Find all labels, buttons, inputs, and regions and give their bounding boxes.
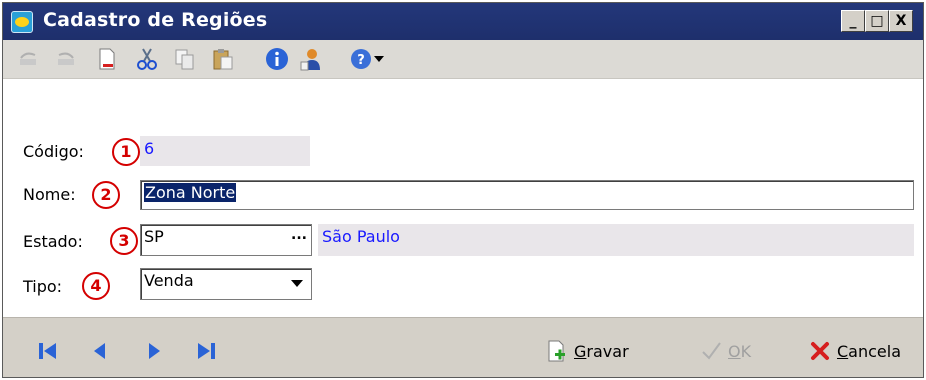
estado-lookup-button[interactable]: ... bbox=[291, 227, 307, 243]
estado-description: São Paulo bbox=[318, 224, 914, 256]
maximize-button[interactable]: □ bbox=[865, 10, 889, 32]
title-bar[interactable]: Cadastro de Regiões _ □ X bbox=[3, 3, 923, 40]
codigo-label: Código: bbox=[23, 142, 84, 161]
gravar-label: Gravar bbox=[574, 341, 629, 361]
tipo-label: Tipo: bbox=[23, 277, 63, 296]
tipo-select[interactable]: Venda bbox=[140, 268, 312, 300]
cancela-label: Cancela bbox=[837, 341, 902, 361]
form-area: Código: 1 6 Nome: 2 Zona Norte Estado: 3… bbox=[3, 79, 923, 317]
marker-4: 4 bbox=[82, 272, 110, 300]
svg-text:?: ? bbox=[357, 53, 365, 68]
codigo-field: 6 bbox=[140, 136, 310, 166]
estado-input[interactable]: SP ... bbox=[140, 224, 312, 256]
next-record-icon[interactable] bbox=[143, 340, 165, 362]
nome-input[interactable]: Zona Norte bbox=[140, 180, 914, 210]
minimize-button[interactable]: _ bbox=[841, 10, 865, 32]
previous-record-icon[interactable] bbox=[89, 340, 111, 362]
marker-3: 3 bbox=[110, 227, 138, 255]
close-button[interactable]: X bbox=[889, 10, 913, 32]
info-icon[interactable] bbox=[265, 47, 289, 71]
tipo-value: Venda bbox=[144, 271, 194, 290]
marker-1: 1 bbox=[112, 138, 140, 166]
save-icon bbox=[548, 340, 565, 362]
navigation-bar: Gravar OK Cancela bbox=[3, 317, 923, 377]
gravar-button[interactable]: Gravar bbox=[546, 338, 629, 364]
app-window: Cadastro de Regiões _ □ X ? Código: 1 6 … bbox=[2, 2, 924, 378]
app-icon bbox=[11, 11, 33, 33]
estado-label: Estado: bbox=[23, 232, 83, 251]
first-record-icon[interactable] bbox=[37, 340, 59, 362]
copy-icon[interactable] bbox=[173, 47, 197, 71]
ok-button[interactable]: OK bbox=[700, 338, 751, 364]
redo-icon[interactable] bbox=[53, 47, 77, 71]
toolbar: ? bbox=[3, 40, 923, 79]
close-icon bbox=[811, 342, 829, 360]
undo-icon[interactable] bbox=[17, 47, 41, 71]
nome-label: Nome: bbox=[23, 185, 76, 204]
window-title: Cadastro de Regiões bbox=[43, 9, 268, 31]
last-record-icon[interactable] bbox=[195, 340, 217, 362]
chevron-down-icon[interactable] bbox=[291, 280, 303, 287]
check-icon bbox=[702, 342, 721, 360]
marker-2: 2 bbox=[92, 181, 120, 209]
help-icon[interactable]: ? bbox=[349, 47, 373, 71]
estado-value: SP bbox=[144, 227, 164, 246]
cut-icon[interactable] bbox=[135, 47, 159, 71]
delete-record-icon[interactable] bbox=[95, 47, 119, 71]
cancela-button[interactable]: Cancela bbox=[809, 338, 901, 364]
paste-icon[interactable] bbox=[211, 47, 235, 71]
chevron-down-icon[interactable] bbox=[373, 47, 385, 71]
user-icon[interactable] bbox=[299, 47, 323, 71]
ok-label: OK bbox=[728, 341, 752, 361]
nome-value: Zona Norte bbox=[144, 183, 237, 202]
